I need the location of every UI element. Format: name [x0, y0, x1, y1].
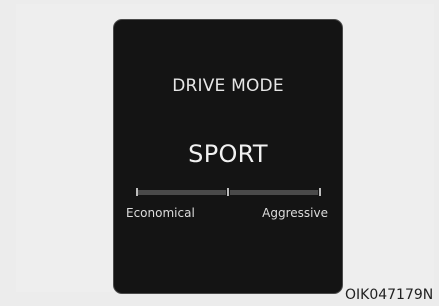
cluster-display: DRIVE MODE SPORT Economical Aggressive: [113, 19, 343, 294]
driving-style-gauge: [136, 188, 321, 196]
gauge-tick-center: [227, 188, 229, 196]
drive-mode-value: SPORT: [188, 140, 268, 168]
gauge-tick-left: [136, 188, 138, 196]
drive-mode-title: DRIVE MODE: [172, 76, 284, 96]
gauge-label-economical: Economical: [126, 206, 195, 220]
gauge-bar-economical: [138, 190, 226, 195]
gauge-tick-right: [319, 188, 321, 196]
figure-code: OIK047179N: [345, 287, 434, 303]
gauge-label-aggressive: Aggressive: [262, 206, 328, 220]
gauge-bar-aggressive: [230, 190, 318, 195]
